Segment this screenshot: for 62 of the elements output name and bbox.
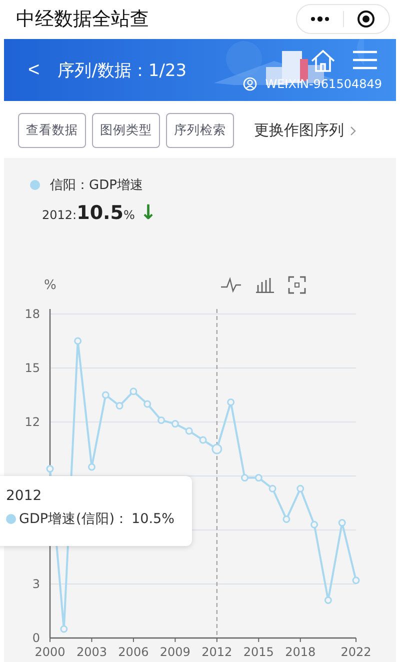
data-point[interactable] [88, 463, 96, 471]
data-point[interactable] [310, 520, 318, 528]
tooltip-dot [6, 514, 16, 524]
back-button[interactable]: < [28, 58, 40, 82]
y-tick-label: 18 [24, 307, 40, 321]
legend-dot [30, 180, 40, 190]
y-tick-label: 12 [24, 415, 40, 429]
page-title: 序列/数据：1/23 [58, 60, 187, 82]
app-title: 中经数据全站查 [16, 6, 149, 32]
line-chart-icon[interactable] [220, 277, 242, 293]
fullscreen-icon[interactable] [288, 276, 306, 294]
action-button[interactable]: 图例类型 [92, 113, 160, 148]
more-icon [308, 16, 331, 22]
bar-chart-icon[interactable] [256, 277, 274, 293]
axis-unit: % [44, 278, 56, 292]
y-tick-label: 3 [32, 577, 40, 591]
y-tick-label: 0 [32, 631, 40, 645]
x-tick-label: 2018 [285, 645, 316, 659]
data-point[interactable] [324, 596, 332, 604]
data-point[interactable] [158, 416, 166, 424]
user-icon [243, 77, 258, 92]
action-button[interactable]: 查看数据 [18, 113, 86, 148]
data-point[interactable] [46, 465, 54, 473]
data-point[interactable] [185, 427, 193, 435]
home-icon[interactable] [310, 49, 336, 74]
data-point[interactable] [268, 484, 276, 492]
data-point[interactable] [212, 444, 222, 454]
x-tick-label: 2003 [76, 645, 107, 659]
data-point[interactable] [338, 519, 346, 527]
x-tick-label: 2006 [118, 645, 149, 659]
x-tick-label: 2015 [243, 645, 274, 659]
period-label: 2012: [42, 208, 77, 222]
data-point[interactable] [60, 625, 68, 633]
tooltip-value: 10.5% [132, 511, 174, 527]
data-point[interactable] [74, 337, 82, 345]
data-point[interactable] [352, 576, 360, 584]
data-point[interactable] [254, 474, 262, 482]
data-point[interactable] [296, 484, 304, 492]
data-point[interactable] [144, 400, 152, 408]
action-button[interactable]: 序列检索 [166, 113, 234, 148]
x-tick-label: 2022 [340, 645, 372, 659]
data-point[interactable] [116, 402, 124, 410]
data-point[interactable] [171, 420, 179, 428]
x-tick-label: 2000 [34, 645, 66, 659]
data-point[interactable] [130, 388, 138, 396]
value-unit: % [123, 208, 135, 222]
x-tick-label: 2012 [202, 645, 232, 659]
data-point[interactable] [199, 436, 207, 444]
change-series-link[interactable]: 更换作图序列 [254, 121, 356, 140]
data-point[interactable] [227, 398, 235, 406]
x-tick-label: 2009 [160, 645, 190, 659]
legend-label: 信阳：GDP增速 [50, 177, 143, 194]
y-tick-label: 15 [24, 361, 40, 375]
target-icon [357, 10, 376, 28]
trend-arrow: ↓ [140, 200, 157, 224]
data-point[interactable] [102, 391, 110, 399]
data-point[interactable] [282, 515, 290, 523]
data-point[interactable] [240, 474, 248, 482]
tooltip-title: 2012 [6, 488, 43, 504]
current-value: 10.5 [76, 202, 124, 224]
tooltip-label: GDP增速(信阳)： [19, 510, 129, 528]
chevron-icon [350, 126, 356, 136]
